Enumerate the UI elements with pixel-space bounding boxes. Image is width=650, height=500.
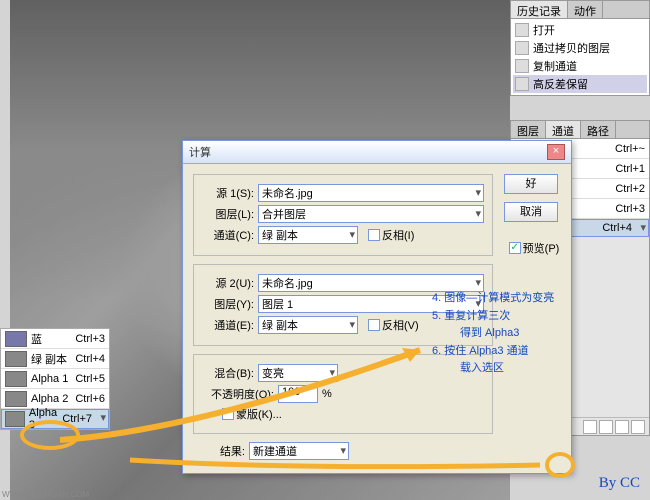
tab-paths[interactable]: 路径 [581, 121, 616, 138]
channel-thumb [5, 391, 27, 407]
tab-channels[interactable]: 通道 [546, 121, 581, 138]
annotation-line: 4. 图像—计算模式为变亮 [432, 290, 554, 308]
annotation-line: 得到 Alpha3 [432, 325, 554, 343]
channel1-label: 通道(C): [202, 227, 254, 243]
channel-shortcut: Ctrl+~ [615, 143, 645, 155]
trash-icon[interactable] [631, 420, 645, 434]
history-label: 通过拷贝的图层 [533, 40, 610, 56]
tab-history[interactable]: 历史记录 [511, 1, 568, 18]
result-label: 结果: [193, 443, 245, 459]
history-list: 打开 通过拷贝的图层 复制通道 高反差保留 [511, 19, 649, 95]
channels-tabs: 图层 通道 路径 [511, 121, 649, 139]
channel-label: Alpha 1 [31, 373, 68, 385]
close-icon[interactable]: × [547, 144, 565, 160]
history-icon [515, 41, 529, 55]
history-label: 打开 [533, 22, 555, 38]
channel2-select[interactable]: 绿 副本 [258, 316, 358, 334]
channel-thumb [5, 371, 27, 387]
ok-button[interactable]: 好 [504, 174, 558, 194]
channel-shortcut: Ctrl+4 [75, 353, 105, 365]
layer1-label: 图层(L): [202, 206, 254, 222]
opacity-input[interactable]: 100 [278, 385, 318, 403]
invert1-checkbox[interactable]: 反相(I) [368, 227, 414, 243]
annotation-line: 5. 重复计算三次 [432, 308, 554, 326]
blend-label: 混合(B): [202, 365, 254, 381]
history-item[interactable]: 高反差保留 [513, 75, 647, 93]
history-tabs: 历史记录 动作 [511, 1, 649, 19]
annotation-line: 载入选区 [432, 360, 554, 378]
channel-shortcut: Ctrl+1 [615, 163, 645, 175]
source1-group: 源 1(S):未命名.jpg 图层(L):合并图层 通道(C):绿 副本 反相(I… [193, 174, 493, 256]
channel-thumb [5, 411, 25, 427]
checkbox-icon [368, 229, 380, 241]
invert2-checkbox[interactable]: 反相(V) [368, 317, 419, 333]
source1-label: 源 1(S): [202, 185, 254, 201]
layer2-label: 图层(Y): [202, 296, 254, 312]
mini-channels-panel: 蓝 Ctrl+3 绿 副本 Ctrl+4 Alpha 1 Ctrl+5 Alpha 2… [0, 328, 110, 430]
save-selection-icon[interactable] [599, 420, 613, 434]
new-channel-icon[interactable] [615, 420, 629, 434]
circle-annotation [20, 420, 80, 450]
channel-thumb [5, 331, 27, 347]
channel-shortcut: Ctrl+2 [615, 183, 645, 195]
channel-row[interactable]: Alpha 2 Ctrl+6 [1, 389, 109, 409]
circle-annotation [545, 452, 575, 478]
channel-shortcut: Ctrl+4 [602, 222, 632, 234]
credit: By CC [599, 475, 640, 492]
history-item[interactable]: 打开 [513, 21, 647, 39]
channel2-label: 通道(E): [202, 317, 254, 333]
invert2-label: 反相(V) [382, 317, 419, 333]
history-panel: 历史记录 动作 打开 通过拷贝的图层 复制通道 高反差保留 [510, 0, 650, 96]
channel-row[interactable]: Alpha 1 Ctrl+5 [1, 369, 109, 389]
tab-layers[interactable]: 图层 [511, 121, 546, 138]
channel-shortcut: Ctrl+3 [615, 203, 645, 215]
mini-channel-list: 蓝 Ctrl+3 绿 副本 Ctrl+4 Alpha 1 Ctrl+5 Alpha 2… [1, 329, 109, 429]
history-item[interactable]: 复制通道 [513, 57, 647, 75]
history-label: 复制通道 [533, 58, 577, 74]
channel-row[interactable]: 绿 副本 Ctrl+4 [1, 349, 109, 369]
channel-shortcut: Ctrl+5 [75, 373, 105, 385]
tab-actions[interactable]: 动作 [568, 1, 603, 18]
dialog-titlebar[interactable]: 计算 × [183, 141, 571, 164]
channel-row[interactable]: 蓝 Ctrl+3 [1, 329, 109, 349]
history-label: 高反差保留 [533, 76, 588, 92]
preview-label: 预览(P) [523, 240, 560, 256]
blend-select[interactable]: 变亮 [258, 364, 338, 382]
annotation: 4. 图像—计算模式为变亮 5. 重复计算三次 得到 Alpha3 6. 按住 … [432, 290, 554, 378]
channel-label: 绿 副本 [31, 351, 67, 367]
channel-label: Alpha 2 [31, 393, 68, 405]
dialog-title: 计算 [189, 144, 211, 160]
checkbox-icon [368, 319, 380, 331]
history-icon [515, 77, 529, 91]
checkbox-icon [222, 408, 234, 420]
history-item[interactable]: 通过拷贝的图层 [513, 39, 647, 57]
mask-checkbox[interactable]: 蒙版(K)... [222, 406, 282, 422]
annotation-line: 6. 按住 Alpha3 通道 [432, 343, 554, 361]
channel-shortcut: Ctrl+3 [75, 333, 105, 345]
invert1-label: 反相(I) [382, 227, 414, 243]
mask-label: 蒙版(K)... [236, 406, 282, 422]
result-select[interactable]: 新建通道 [249, 442, 349, 460]
source1-select[interactable]: 未命名.jpg [258, 184, 484, 202]
channel-thumb [5, 351, 27, 367]
percent-label: % [322, 388, 332, 400]
history-icon [515, 23, 529, 37]
checkbox-icon [509, 242, 521, 254]
channel-label: 蓝 [31, 331, 42, 347]
load-selection-icon[interactable] [583, 420, 597, 434]
history-icon [515, 59, 529, 73]
channel1-select[interactable]: 绿 副本 [258, 226, 358, 244]
preview-checkbox[interactable]: 预览(P) [509, 240, 560, 256]
channel-shortcut: Ctrl+6 [75, 393, 105, 405]
cancel-button[interactable]: 取消 [504, 202, 558, 222]
opacity-label: 不透明度(O): [202, 386, 274, 402]
source2-label: 源 2(U): [202, 275, 254, 291]
watermark: WWW.MISSYUAN.COM [2, 490, 89, 499]
layer1-select[interactable]: 合并图层 [258, 205, 484, 223]
